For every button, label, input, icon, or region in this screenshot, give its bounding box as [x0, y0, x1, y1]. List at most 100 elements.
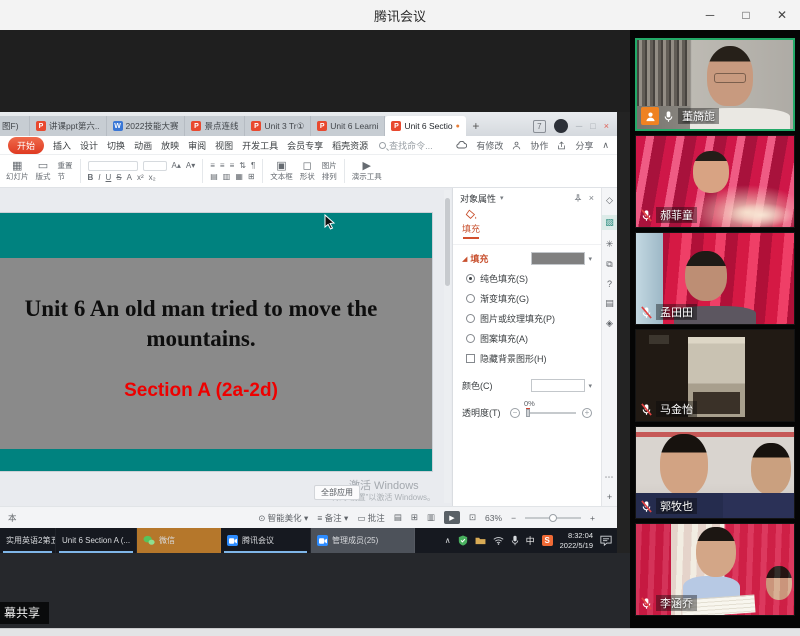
menu-home[interactable]: 开始	[8, 137, 44, 154]
folder-icon[interactable]	[475, 536, 486, 545]
zoom-level[interactable]: 63%	[485, 513, 502, 523]
notes-button[interactable]: ≡ 备注 ▾	[317, 512, 348, 524]
zoom-slider[interactable]	[525, 517, 581, 519]
sogou-input-icon[interactable]: S	[542, 535, 553, 546]
menu-slideshow[interactable]: 放映	[161, 139, 179, 152]
picture-button[interactable]: 图片	[322, 162, 337, 170]
section-button[interactable]: 节	[58, 173, 73, 181]
wps-minimize-button[interactable]: ─	[576, 121, 582, 131]
new-slide-button[interactable]: ▦ 幻灯片	[6, 161, 29, 181]
color-picker-swatch[interactable]	[531, 379, 585, 392]
tray-expand-chevron[interactable]: ∧	[445, 536, 451, 545]
font-color-button[interactable]: A	[127, 174, 132, 182]
close-button[interactable]: ✕	[764, 0, 800, 30]
taskbar-item[interactable]: 实用英语2第五..	[0, 528, 56, 553]
strikethrough-button[interactable]: S	[116, 174, 121, 182]
maximize-button[interactable]: □	[728, 0, 764, 30]
participant-tile[interactable]: 董旖旎	[635, 38, 795, 131]
slide-canvas[interactable]: Unit 6 An old man tried to move the moun…	[0, 213, 432, 471]
wps-restore-button[interactable]: □	[590, 121, 595, 131]
share-button[interactable]: 分享	[575, 139, 593, 152]
columns-icon[interactable]: ▦	[235, 173, 243, 181]
minimize-button[interactable]: ─	[692, 0, 728, 30]
subscript-button[interactable]: x₂	[149, 174, 156, 182]
scrollbar-thumb[interactable]	[445, 198, 450, 286]
chevron-down-icon[interactable]: ▾	[500, 194, 504, 202]
participant-tile[interactable]: 郭牧也	[635, 426, 795, 519]
menu-design[interactable]: 设计	[80, 139, 98, 152]
menu-animation[interactable]: 动画	[134, 139, 152, 152]
tab-document[interactable]: P Unit 3 Tr①	[245, 116, 311, 136]
fill-color-swatch[interactable]	[531, 252, 585, 265]
wps-close-button[interactable]: ×	[604, 121, 609, 131]
view-normal-icon[interactable]: ▤	[394, 512, 402, 523]
object-properties-icon[interactable]: ▨	[602, 215, 617, 230]
option-gradient-fill[interactable]: 渐变填充(G)	[466, 292, 592, 305]
menu-member[interactable]: 会员专享	[287, 139, 323, 152]
account-avatar[interactable]	[554, 119, 568, 133]
align-center-icon[interactable]: ≡	[220, 162, 225, 170]
slider-thumb[interactable]	[526, 409, 530, 417]
align-right-icon[interactable]: ≡	[230, 162, 235, 170]
reset-button[interactable]: 重置	[58, 162, 73, 170]
participant-tile[interactable]: 孟田田	[635, 232, 795, 325]
media-pane-icon[interactable]: ▤	[605, 298, 614, 309]
chevron-down-icon[interactable]: ▾	[588, 255, 592, 263]
menu-resources[interactable]: 稻壳资源	[332, 139, 368, 152]
ribbon-collapse-chevron[interactable]: ∧	[602, 140, 609, 151]
table-icon[interactable]: ⊞	[248, 173, 255, 181]
tab-document[interactable]: P Unit 6 Learni	[311, 116, 385, 136]
more-panes-icon[interactable]: ⋯	[605, 472, 615, 483]
zoom-out-button[interactable]: −	[511, 513, 516, 523]
layout-button[interactable]: ▭ 版式	[36, 161, 51, 181]
new-tab-button[interactable]: +	[466, 116, 486, 136]
zoom-slider-thumb[interactable]	[549, 514, 557, 522]
taskbar-item-meeting[interactable]: 腾讯会议	[221, 528, 311, 553]
numbering-icon[interactable]: ▥	[223, 173, 231, 181]
italic-button[interactable]: I	[98, 174, 100, 182]
help-icon[interactable]: ?	[607, 279, 612, 289]
option-hide-background[interactable]: 隐藏背景图形(H)	[466, 352, 592, 365]
panel-close-icon[interactable]: ×	[589, 193, 594, 203]
taskbar-item-wechat[interactable]: 微信	[137, 528, 221, 553]
fit-slide-icon[interactable]: ⊡	[469, 512, 476, 523]
collaborate-button[interactable]: 协作	[530, 139, 548, 152]
quick-format-icon[interactable]: ◇	[606, 195, 613, 206]
smart-beautify-button[interactable]: ⊙ 智能美化 ▾	[258, 512, 308, 524]
transparency-slider[interactable]: 0%	[526, 412, 576, 414]
modified-status[interactable]: 有修改	[476, 139, 503, 152]
add-pane-icon[interactable]: +	[607, 492, 612, 502]
vertical-scrollbar[interactable]	[444, 190, 451, 503]
tab-document-active[interactable]: P Unit 6 Sectio ●	[385, 116, 465, 136]
line-spacing-icon[interactable]: ⇅	[239, 162, 246, 170]
zoom-in-button[interactable]: +	[590, 513, 595, 523]
grow-font-icon[interactable]: A▴	[172, 162, 181, 170]
present-tools-button[interactable]: ▶ 演示工具	[352, 161, 382, 181]
textbox-button[interactable]: ▣ 文本框	[270, 161, 293, 181]
taskbar-item-members[interactable]: 管理成员(25)	[311, 528, 415, 553]
view-sorter-icon[interactable]: ⊞	[411, 512, 418, 523]
tab-document[interactable]: W 2022技能大赛	[107, 116, 186, 136]
participant-tile[interactable]: 李涵乔	[635, 523, 795, 616]
ime-indicator[interactable]: 中	[526, 534, 535, 547]
font-name-select[interactable]	[88, 161, 138, 171]
taskbar-clock[interactable]: 8:32:04 2022/5/19	[560, 531, 593, 550]
option-solid-fill[interactable]: 纯色填充(S)	[466, 272, 592, 285]
network-wifi-icon[interactable]	[493, 536, 504, 545]
transparency-increase-button[interactable]: +	[582, 408, 592, 418]
protect-icon[interactable]: ◈	[606, 318, 613, 329]
section-collapse-icon[interactable]: ◢	[462, 255, 467, 263]
security-shield-icon[interactable]	[458, 535, 468, 546]
option-pattern-fill[interactable]: 图案填充(A)	[466, 332, 592, 345]
comment-button[interactable]: ▭ 批注	[357, 512, 384, 524]
menu-transition[interactable]: 切换	[107, 139, 125, 152]
window-manage-icon[interactable]: 7	[533, 120, 546, 133]
text-direction-icon[interactable]: ¶	[251, 162, 255, 170]
underline-button[interactable]: U	[106, 174, 112, 182]
menu-insert[interactable]: 插入	[53, 139, 71, 152]
option-picture-fill[interactable]: 图片或纹理填充(P)	[466, 312, 592, 325]
menu-devtools[interactable]: 开发工具	[242, 139, 278, 152]
selection-pane-icon[interactable]: ⧉	[606, 259, 612, 270]
tab-document[interactable]: P 讲课ppt第六..	[30, 116, 107, 136]
superscript-button[interactable]: x²	[137, 174, 144, 182]
